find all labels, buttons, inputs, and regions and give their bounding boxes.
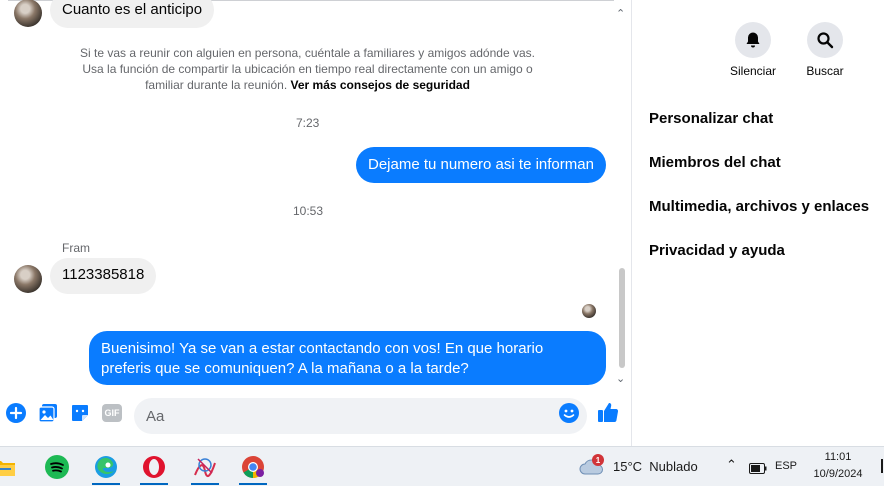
message-composer: GIF xyxy=(0,396,631,436)
clock-time[interactable]: 11:01 xyxy=(813,451,863,463)
sticker-icon[interactable] xyxy=(69,402,91,424)
menu-customize-chat[interactable]: Personalizar chat xyxy=(649,110,773,127)
emoji-icon[interactable] xyxy=(558,402,580,424)
chrome-icon[interactable] xyxy=(235,451,271,485)
gif-icon[interactable]: GIF xyxy=(101,402,123,424)
opera-icon[interactable] xyxy=(136,451,172,485)
safety-notice: Si te vas a reunir con alguien en person… xyxy=(80,45,535,93)
search-icon xyxy=(817,32,834,49)
photo-icon[interactable] xyxy=(37,402,59,424)
bell-icon xyxy=(746,32,760,48)
chat-details-panel: Silenciar Buscar Personalizar chat Miemb… xyxy=(632,0,884,446)
windows-taskbar: 1 15°C Nublado ⌃ ESP 11:01 10/9/2024 xyxy=(0,446,884,486)
contact-avatar[interactable] xyxy=(14,0,42,27)
spotify-icon[interactable] xyxy=(39,451,75,483)
show-desktop-button[interactable] xyxy=(881,459,883,473)
language-indicator[interactable]: ESP xyxy=(775,460,797,472)
incoming-message: Cuanto es el anticipo xyxy=(50,0,215,28)
search-button[interactable] xyxy=(807,22,843,58)
read-receipt-avatar xyxy=(582,304,596,318)
mute-button[interactable] xyxy=(735,22,771,58)
search-label: Buscar xyxy=(806,64,844,78)
add-icon[interactable] xyxy=(5,402,27,424)
mute-label: Silenciar xyxy=(729,64,777,78)
scroll-down-arrow[interactable]: ⌄ xyxy=(616,372,625,385)
gif-label: GIF xyxy=(102,404,122,422)
menu-media-files-links[interactable]: Multimedia, archivos y enlaces xyxy=(649,198,869,215)
file-explorer-icon[interactable] xyxy=(0,451,22,483)
outgoing-message: Dejame tu numero asi te informan xyxy=(356,147,606,183)
menu-chat-members[interactable]: Miembros del chat xyxy=(649,154,781,171)
outgoing-message: Buenisimo! Ya se van a estar contactando… xyxy=(89,331,606,385)
messenger-window: Cuanto es el anticipo Si te vas a reunir… xyxy=(0,0,884,446)
scrollbar-thumb[interactable] xyxy=(619,268,625,368)
weather-alert-badge: 1 xyxy=(592,454,604,466)
like-icon[interactable] xyxy=(597,401,619,423)
paint-tool-icon[interactable] xyxy=(187,451,223,485)
incoming-message: 1123385818 xyxy=(50,258,157,294)
conversation-panel: Cuanto es el anticipo Si te vas a reunir… xyxy=(0,0,631,446)
weather-text[interactable]: 15°C Nublado xyxy=(613,459,698,474)
battery-icon[interactable] xyxy=(749,461,767,479)
chevron-up-icon[interactable]: ⌃ xyxy=(726,457,737,473)
contact-avatar[interactable] xyxy=(14,265,42,293)
edge-icon[interactable] xyxy=(88,451,124,485)
clock-date[interactable]: 10/9/2024 xyxy=(808,468,868,480)
sender-name: Fram xyxy=(62,241,90,255)
message-input[interactable] xyxy=(134,398,587,434)
menu-privacy-help[interactable]: Privacidad y ayuda xyxy=(649,242,785,259)
safety-tips-link[interactable]: Ver más consejos de seguridad xyxy=(291,78,470,92)
scroll-up-arrow[interactable]: ⌃ xyxy=(616,7,625,20)
timestamp: 10:53 xyxy=(293,204,324,218)
timestamp: 7:23 xyxy=(296,116,320,130)
